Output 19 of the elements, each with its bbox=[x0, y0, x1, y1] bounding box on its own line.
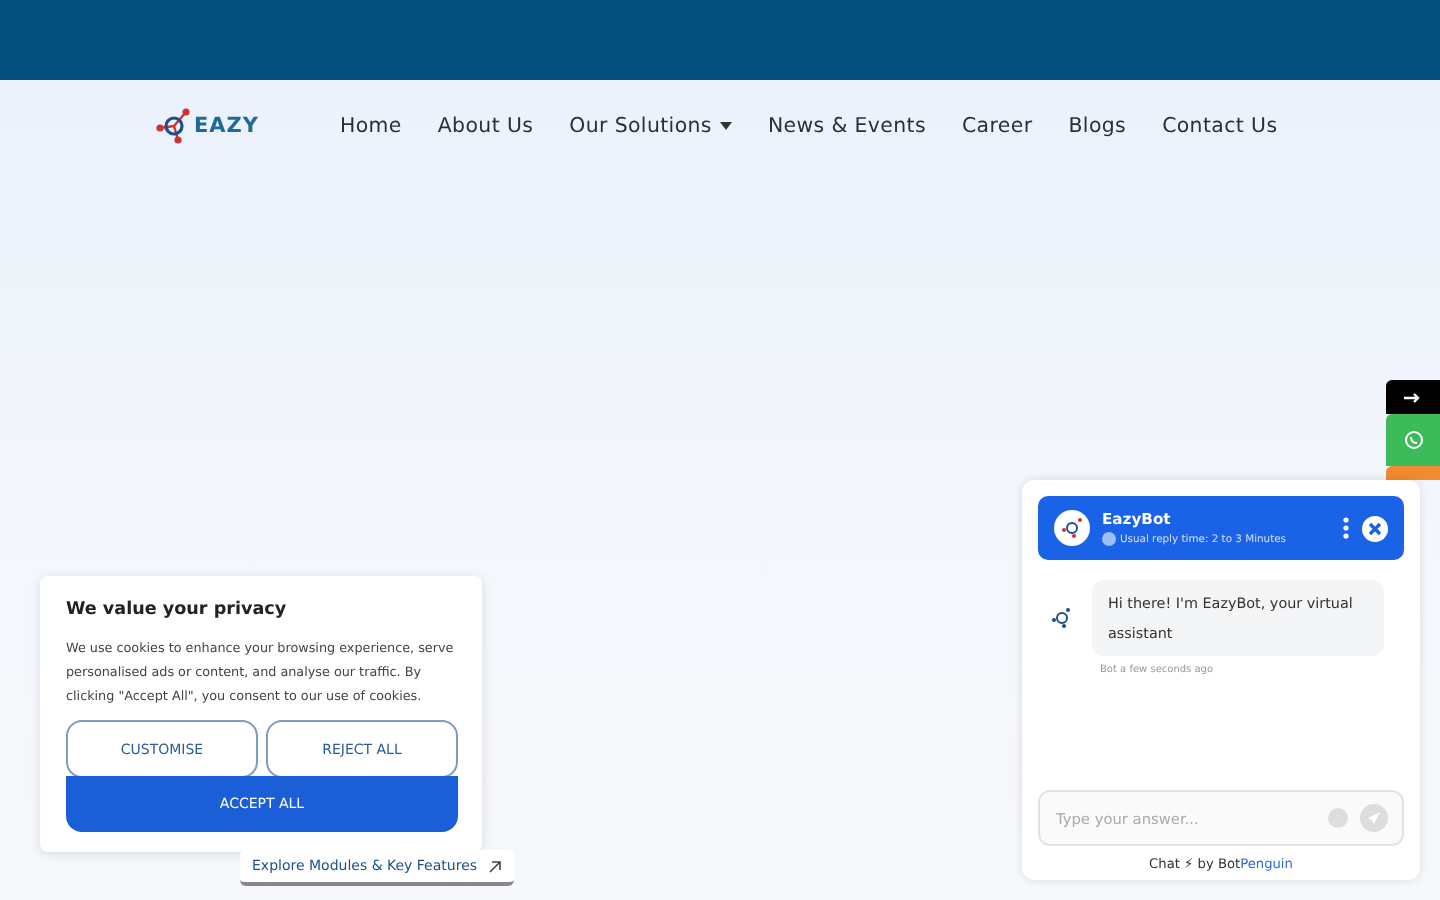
close-icon[interactable] bbox=[1362, 515, 1388, 541]
nav-link[interactable]: About Us bbox=[437, 115, 534, 137]
arrow-icon bbox=[1404, 391, 1422, 403]
nav-link[interactable]: Career bbox=[961, 115, 1033, 137]
bot-avatar-icon bbox=[1054, 510, 1090, 546]
nav-link[interactable]: Home bbox=[340, 115, 402, 137]
more-icon[interactable] bbox=[1342, 516, 1350, 540]
send-icon[interactable] bbox=[1360, 804, 1388, 832]
nav-link[interactable]: Our Solutions bbox=[569, 115, 732, 137]
cookie-title: We value your privacy bbox=[66, 600, 289, 620]
nav-link[interactable]: Contact Us bbox=[1162, 115, 1278, 137]
logo-text[interactable]: EAZY bbox=[194, 114, 260, 138]
nav-link[interactable]: News & Events bbox=[767, 115, 926, 137]
caret-icon bbox=[719, 122, 732, 130]
molecule-icon bbox=[156, 108, 192, 144]
side-tab[interactable] bbox=[1386, 380, 1440, 414]
arrow-icon bbox=[487, 859, 502, 873]
phone-bubble-icon bbox=[1403, 430, 1423, 450]
nav-link[interactable]: Blogs bbox=[1068, 115, 1127, 137]
